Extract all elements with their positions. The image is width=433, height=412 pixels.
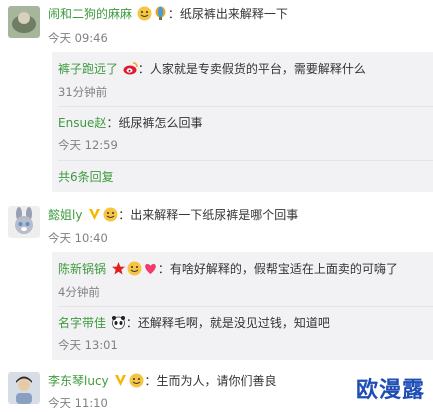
divider — [58, 306, 433, 307]
star-icon — [111, 261, 126, 276]
reply-box-1: 裤子跑远了 ：人家就是专卖假货的平台，需要解释什么 31分钟前 Ensue赵：纸… — [52, 52, 433, 192]
weibo-icon — [123, 61, 138, 76]
reply-time: 今天 12:59 — [58, 138, 118, 152]
reply-username[interactable]: 裤子跑远了 — [58, 62, 118, 76]
emoji-face-icon — [127, 261, 142, 276]
reply-username[interactable]: 名字带佳 — [58, 316, 106, 330]
comment-text: 生而为人，请你们善良 — [156, 374, 277, 388]
reply-separator: ： — [106, 116, 119, 130]
reply-username[interactable]: 陈新锅锅 — [58, 262, 106, 276]
reply-text: 有啥好解释的，假帮宝适在上面卖的可嗨了 — [169, 262, 398, 276]
comment-separator: ： — [144, 374, 157, 388]
comment-time: 今天 11:10 — [48, 396, 108, 410]
avatar[interactable] — [8, 6, 40, 38]
reply-text: 人家就是专卖假货的平台，需要解释什么 — [149, 62, 366, 76]
comment-username[interactable]: 懿姐ly — [48, 208, 82, 222]
heart-icon — [143, 261, 158, 276]
reply-username[interactable]: Ensue赵 — [58, 116, 106, 130]
avatar[interactable] — [8, 372, 40, 404]
comment-time: 今天 09:46 — [48, 31, 108, 45]
watermark-logo: 欧漫露 — [355, 378, 425, 403]
avatar[interactable] — [8, 206, 40, 238]
comment-text: 出来解释一下纸尿裤是哪个回事 — [130, 208, 299, 222]
balloon-icon — [153, 6, 168, 21]
comment-text: 纸尿裤出来解释一下 — [179, 7, 288, 21]
comment-username[interactable]: 闹和二狗的麻麻 — [48, 7, 132, 21]
emoji-face-icon — [103, 207, 118, 222]
divider — [58, 160, 433, 161]
panda-icon — [111, 315, 126, 330]
reply-time: 今天 13:01 — [58, 338, 118, 352]
comment-separator: ： — [118, 208, 131, 222]
reply-box-2: 陈新锅锅 ：有啥好解释的，假帮宝适在上面卖的可嗨了 4分钟前 名字带佳 ：还解释… — [52, 252, 433, 360]
reply-time: 4分钟前 — [58, 285, 100, 299]
reply-separator: ： — [125, 316, 138, 330]
verified-v-icon — [87, 207, 102, 222]
divider — [58, 106, 433, 107]
reply-text: 还解释毛啊，就是没见过钱，知道吧 — [137, 316, 330, 330]
emoji-face-icon — [129, 373, 144, 388]
reply-text: 纸尿裤怎么回事 — [118, 116, 203, 130]
comment-time: 今天 10:40 — [48, 231, 108, 245]
more-replies-link[interactable]: 共6条回复 — [58, 168, 114, 186]
reply-time: 31分钟前 — [58, 85, 108, 99]
comment-username[interactable]: 李东琴lucy — [48, 374, 109, 388]
comment-separator: ： — [167, 7, 180, 21]
reply-separator: ： — [137, 62, 150, 76]
verified-v-icon — [113, 373, 128, 388]
reply-separator: ： — [157, 262, 170, 276]
emoji-face-icon — [137, 6, 152, 21]
